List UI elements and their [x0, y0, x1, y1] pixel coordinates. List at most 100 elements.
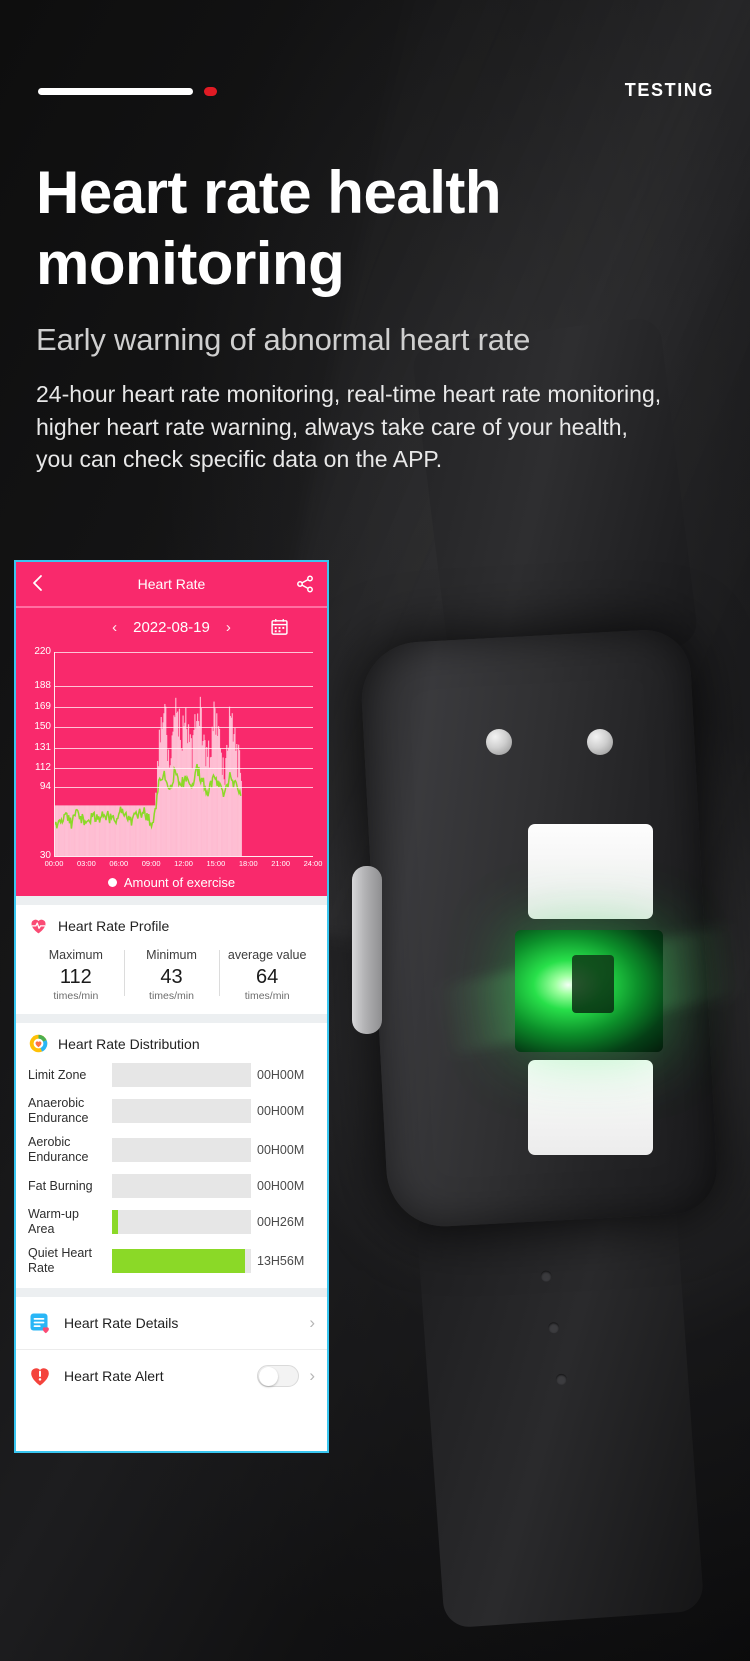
- heart-rate-details-row[interactable]: Heart Rate Details ›: [16, 1297, 327, 1349]
- profile-stat-unit: times/min: [53, 990, 99, 1002]
- chart-y-tick-label: 150: [34, 721, 51, 733]
- chart-x-tick-label: 00:00: [44, 859, 64, 868]
- distribution-row-label: Quiet Heart Rate: [28, 1246, 92, 1275]
- progress-bar-icon: [38, 88, 193, 95]
- sensor-chip: [572, 955, 614, 1013]
- heart-rate-profile-card: Heart Rate Profile Maximum 112 times/min Mi…: [16, 905, 327, 1014]
- contact-pin: [587, 729, 613, 755]
- chart-gridline: [55, 767, 313, 769]
- chart-gridline: [55, 652, 313, 653]
- chart-x-axis: 00:00 03:00 06:00 09:00 12:00 15:00 18:00 21:00…: [45, 857, 323, 873]
- distribution-row-value: 13H56M: [257, 1254, 305, 1268]
- chart-x-tick-label: 18:00: [238, 859, 258, 868]
- current-date[interactable]: 2022-08-19: [133, 619, 210, 636]
- chart-y-tick-label: 131: [34, 741, 51, 753]
- watch-side-button: [352, 866, 382, 1034]
- strap-hole: [555, 1373, 568, 1386]
- alert-heart-icon: [28, 1364, 52, 1388]
- profile-stat-unit: times/min: [149, 990, 194, 1002]
- chevron-right-icon[interactable]: ›: [309, 1313, 315, 1333]
- distribution-row-bar: [112, 1138, 251, 1162]
- chevron-right-icon[interactable]: ›: [309, 1366, 315, 1386]
- chart-gridline: [55, 686, 313, 688]
- chart-gridline: [55, 706, 313, 708]
- page-description: 24-hour heart rate monitoring, real-time…: [36, 381, 662, 473]
- chart-gridline: [55, 787, 313, 789]
- chevron-right-icon[interactable]: ›: [226, 619, 231, 636]
- distribution-row-bar-fill: [112, 1249, 246, 1273]
- page-subtitle: Early warning of abnormal heart rate: [36, 322, 531, 357]
- distribution-row: Warm-up Area 00H26M: [28, 1207, 315, 1237]
- chart-y-tick-label: 94: [39, 781, 51, 793]
- watch-pad-bottom: [528, 1060, 653, 1155]
- distribution-row-label: Aerobic Endurance: [28, 1135, 89, 1164]
- chart-x-tick-label: 12:00: [174, 859, 193, 868]
- profile-stat: average value 64 times/min: [219, 948, 315, 1002]
- profile-stat-value: 112: [59, 966, 92, 988]
- distribution-row: Fat Burning 00H00M: [28, 1174, 315, 1198]
- distribution-row-bar: [112, 1174, 251, 1198]
- strap-hole: [540, 1270, 552, 1283]
- watch-strap-top: [410, 315, 700, 675]
- distribution-row: Anaerobic Endurance 00H00M: [28, 1096, 315, 1126]
- chart-x-tick-label: 09:00: [141, 859, 161, 868]
- profile-stats: Maximum 112 times/min Minimum 43 times/min ave…: [28, 948, 315, 1002]
- distribution-row: Aerobic Endurance 00H00M: [28, 1135, 315, 1165]
- details-row-label: Heart Rate Details: [64, 1315, 179, 1331]
- chart-x-tick-label: 06:00: [109, 859, 129, 868]
- page-title: Heart rate health monitoring: [36, 159, 502, 297]
- promo-page: TESTING Heart rate health monitoring Ear…: [0, 0, 750, 1661]
- profile-stat-value: 64: [256, 966, 279, 988]
- distribution-row-label: Fat Burning: [28, 1178, 93, 1193]
- strap-hole: [547, 1321, 560, 1334]
- chart-x-tick-label: 15:00: [206, 859, 226, 868]
- watch-strap-bottom: [415, 1191, 705, 1629]
- chart-y-tick-label: 169: [34, 700, 51, 712]
- alert-row-label: Heart Rate Alert: [64, 1368, 164, 1384]
- progress-dot-icon: [204, 87, 217, 96]
- heart-rate-alert-row[interactable]: Heart Rate Alert ›: [16, 1350, 327, 1402]
- distribution-row-label: Limit Zone: [28, 1067, 87, 1082]
- profile-stat-value: 43: [160, 966, 183, 988]
- app-screenshot: Heart Rate ‹ 2022-08-19 › 220 188 169 15…: [14, 560, 329, 1453]
- distribution-row-value: 00H00M: [257, 1068, 305, 1082]
- date-navigation: ‹ 2022-08-19 ›: [16, 608, 327, 646]
- section-divider: [16, 1288, 327, 1297]
- profile-stat-label: Maximum: [48, 948, 103, 962]
- watch-pad-top: [528, 824, 653, 919]
- chart-gridline: [55, 727, 313, 729]
- profile-stat-unit: times/min: [244, 990, 290, 1002]
- distribution-row-bar: [112, 1099, 251, 1123]
- back-chevron-icon[interactable]: [28, 573, 48, 593]
- legend-marker-icon: [107, 878, 117, 887]
- distribution-rows: Limit Zone 00H00M Anaerobic Endurance 00H00…: [28, 1063, 315, 1276]
- share-icon[interactable]: [295, 574, 315, 594]
- app-header-title: Heart Rate: [137, 576, 206, 592]
- chart-gridline: [55, 747, 313, 749]
- profile-stat-label: average value: [227, 948, 307, 962]
- chart-x-tick-label: 03:00: [76, 859, 96, 868]
- profile-stat: Minimum 43 times/min: [123, 948, 220, 1002]
- toggle-knob: [259, 1367, 279, 1386]
- distribution-row-label: Warm-up Area: [28, 1207, 79, 1236]
- distribution-row-bar: [112, 1249, 251, 1273]
- profile-stat-label: Minimum: [146, 948, 197, 962]
- testing-label: TESTING: [624, 80, 714, 100]
- heart-rate-chart: 220 188 169 150 131 112 94 30 00:00 03:00 06:00 09…: [16, 646, 327, 896]
- distribution-title-row: Heart Rate Distribution: [28, 1033, 315, 1054]
- distribution-row-label: Anaerobic Endurance: [28, 1096, 89, 1125]
- distribution-row-value: 00H00M: [257, 1104, 305, 1118]
- donut-heart-icon: [28, 1033, 49, 1054]
- section-divider: [16, 896, 327, 905]
- profile-title: Heart Rate Profile: [58, 917, 170, 934]
- chevron-left-icon[interactable]: ‹: [112, 619, 117, 636]
- distribution-row-value: 00H00M: [257, 1143, 305, 1157]
- heart-rate-distribution-card: Heart Rate Distribution Limit Zone 00H00M…: [16, 1023, 327, 1288]
- calendar-icon[interactable]: [270, 617, 289, 636]
- chart-series-svg: [55, 696, 242, 856]
- chart-y-tick-label: 188: [34, 680, 51, 692]
- contact-pin: [486, 729, 512, 755]
- alert-toggle[interactable]: [257, 1365, 300, 1387]
- app-header: Heart Rate: [16, 562, 327, 606]
- details-list-icon: [28, 1311, 52, 1335]
